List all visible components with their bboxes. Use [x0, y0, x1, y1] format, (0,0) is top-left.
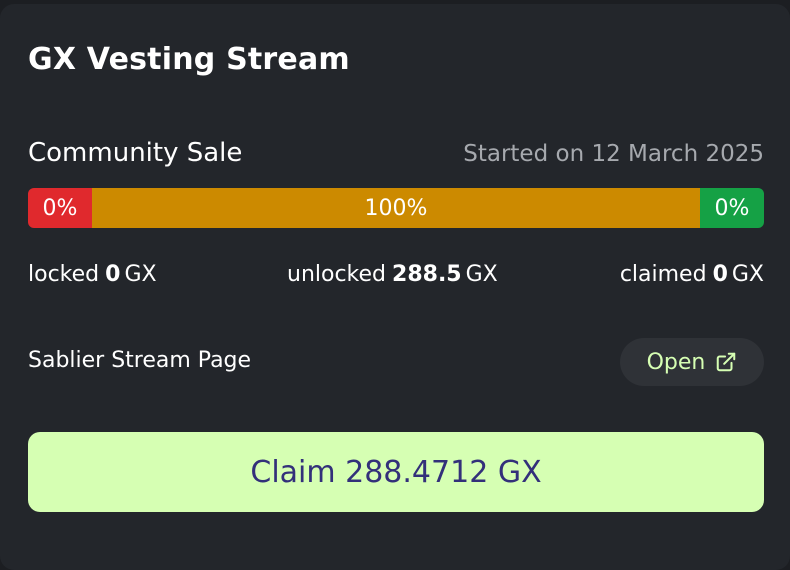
- claimed-amount: claimed 0 GX: [620, 262, 764, 287]
- unlocked-percent: 100%: [364, 195, 428, 221]
- locked-unit: GX: [124, 262, 157, 287]
- locked-amount: locked 0 GX: [28, 262, 157, 287]
- claim-button[interactable]: Claim 288.4712 GX: [28, 432, 764, 512]
- claimed-segment: 0%: [700, 188, 764, 228]
- locked-percent: 0%: [42, 195, 78, 221]
- vesting-progress-bar: 0% 100% 0%: [28, 188, 764, 228]
- vesting-stream-card: GX Vesting Stream Community Sale Started…: [0, 4, 790, 570]
- stream-header: Community Sale Started on 12 March 2025: [28, 138, 764, 168]
- unlocked-unit: GX: [465, 262, 498, 287]
- unlocked-value: 288.5: [392, 262, 462, 287]
- locked-label: locked: [28, 262, 100, 287]
- claimed-label: claimed: [619, 262, 707, 287]
- unlocked-amount: unlocked 288.5 GX: [287, 262, 498, 287]
- stream-name: Community Sale: [28, 138, 243, 168]
- external-link-icon: [715, 351, 737, 373]
- unlocked-label: unlocked: [287, 262, 387, 287]
- card-title: GX Vesting Stream: [28, 42, 350, 77]
- open-button-label: Open: [646, 349, 706, 375]
- sablier-stream-label: Sablier Stream Page: [28, 348, 252, 373]
- claimed-percent: 0%: [714, 195, 750, 221]
- locked-segment: 0%: [28, 188, 92, 228]
- claimed-unit: GX: [731, 262, 764, 287]
- claimed-value: 0: [712, 262, 728, 287]
- open-sablier-button[interactable]: Open: [620, 338, 764, 386]
- stream-start-date: Started on 12 March 2025: [463, 141, 764, 167]
- locked-value: 0: [105, 262, 121, 287]
- unlocked-segment: 100%: [92, 188, 700, 228]
- amounts-row: locked 0 GX unlocked 288.5 GX claimed 0 GX: [28, 262, 764, 292]
